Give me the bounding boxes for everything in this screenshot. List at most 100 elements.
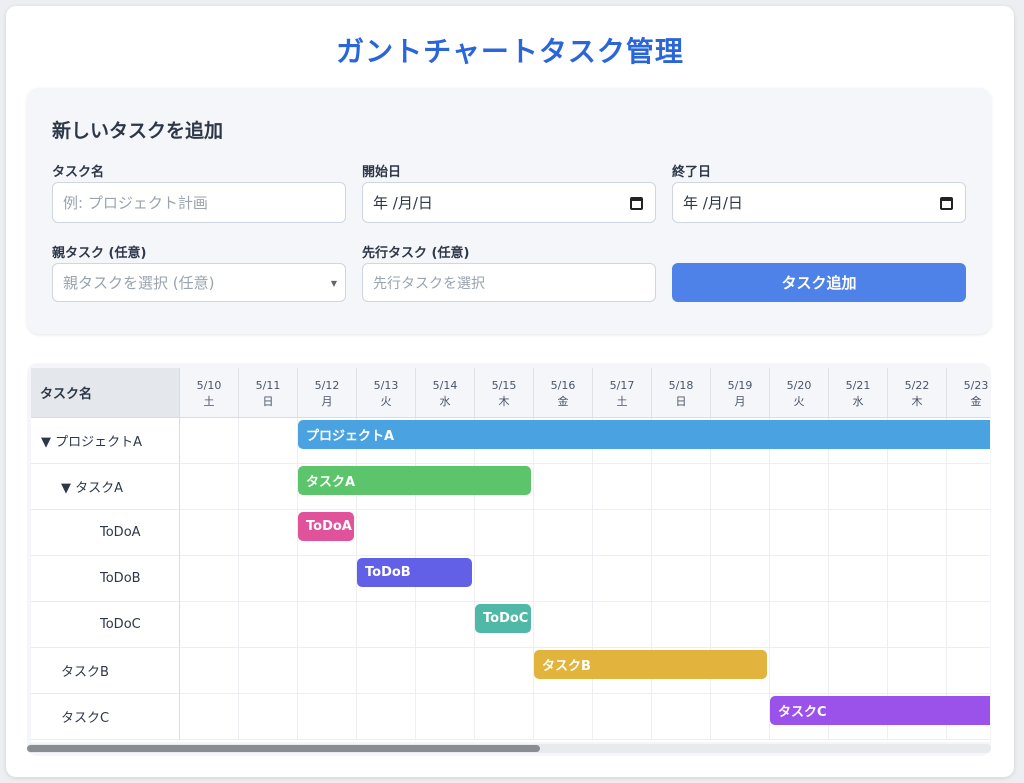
grid-cell — [534, 694, 593, 740]
grid-cell — [534, 510, 593, 556]
day-date: 5/22 — [904, 379, 930, 392]
day-date: 5/18 — [668, 379, 694, 392]
gantt-bar[interactable]: タスクB — [534, 650, 767, 679]
add-task-form: 新しいタスクを追加 タスク名 例: プロジェクト計画 開始日 年 /月/日 終了… — [27, 88, 991, 334]
day-date: 5/23 — [963, 379, 989, 392]
grid-cell — [357, 510, 416, 556]
day-weekday: 土 — [616, 395, 628, 408]
end-date-input[interactable]: 年 /月/日 — [672, 182, 966, 223]
task-name-column-header: タスク名 — [31, 368, 180, 418]
day-weekday: 木 — [911, 395, 923, 408]
grid-cell — [888, 556, 947, 602]
start-date-input[interactable]: 年 /月/日 — [362, 182, 656, 223]
day-weekday: 火 — [380, 395, 392, 408]
grid-cell — [770, 510, 829, 556]
grid-cell — [298, 648, 357, 694]
grid-cell — [593, 602, 652, 648]
gantt-bar[interactable]: ToDoC — [475, 604, 531, 633]
task-name-placeholder: 例: プロジェクト計画 — [63, 194, 208, 212]
day-date: 5/14 — [432, 379, 458, 392]
calendar-icon[interactable] — [940, 197, 953, 210]
day-header: 5/23 金 — [947, 368, 990, 418]
grid-cell — [180, 694, 239, 740]
day-date: 5/21 — [845, 379, 871, 392]
grid-cell — [180, 556, 239, 602]
task-row-name: タスクC — [31, 694, 180, 740]
day-header: 5/13 火 — [357, 368, 416, 418]
grid-cell — [180, 510, 239, 556]
gantt-bar[interactable]: タスクC — [770, 696, 990, 725]
grid-cell — [298, 694, 357, 740]
calendar-icon[interactable] — [630, 197, 643, 210]
add-task-button[interactable]: タスク追加 — [672, 263, 966, 302]
day-header: 5/20 火 — [770, 368, 829, 418]
day-date: 5/17 — [609, 379, 635, 392]
day-date: 5/13 — [373, 379, 399, 392]
task-name-input[interactable]: 例: プロジェクト計画 — [52, 182, 346, 223]
grid-cell — [829, 510, 888, 556]
day-weekday: 土 — [203, 395, 215, 408]
day-header: 5/21 水 — [829, 368, 888, 418]
grid-cell — [416, 694, 475, 740]
day-date: 5/19 — [727, 379, 753, 392]
grid-cell — [947, 556, 990, 602]
grid-cell — [534, 556, 593, 602]
day-header: 5/12 月 — [298, 368, 357, 418]
parent-task-select[interactable]: 親タスクを選択 (任意) ▼ — [52, 263, 346, 302]
grid-cell — [534, 464, 593, 510]
gantt-bar[interactable]: プロジェクトA — [298, 420, 990, 449]
start-date-label: 開始日 — [362, 165, 402, 180]
grid-cell — [475, 648, 534, 694]
grid-cell — [888, 602, 947, 648]
grid-cell — [711, 602, 770, 648]
day-header: 5/14 水 — [416, 368, 475, 418]
predecessor-placeholder: 先行タスクを選択 — [373, 275, 485, 292]
grid-cell — [711, 510, 770, 556]
grid-cell — [770, 464, 829, 510]
form-heading: 新しいタスクを追加 — [52, 120, 224, 142]
horizontal-scrollbar[interactable] — [27, 744, 991, 753]
grid-cell — [711, 694, 770, 740]
day-weekday: 金 — [970, 395, 982, 408]
gantt-chart: タスク名 5/10 土 5/11 日 5/12 月 5/13 火 5/14 水 5/15 木 5/16 金… — [31, 368, 990, 742]
task-row-name: タスクB — [31, 648, 180, 694]
grid-cell — [239, 602, 298, 648]
grid-cell — [239, 510, 298, 556]
scrollbar-thumb[interactable] — [27, 745, 540, 752]
task-row-name: ToDoC — [31, 602, 180, 648]
day-weekday: 水 — [852, 395, 864, 408]
grid-cell — [357, 694, 416, 740]
grid-cell — [239, 418, 298, 464]
task-row-name: ToDoB — [31, 556, 180, 602]
grid-cell — [180, 464, 239, 510]
parent-task-label: 親タスク (任意) — [52, 246, 147, 261]
predecessor-label: 先行タスク (任意) — [362, 246, 470, 261]
grid-cell — [475, 510, 534, 556]
day-weekday: 火 — [793, 395, 805, 408]
day-header: 5/15 木 — [475, 368, 534, 418]
day-header: 5/16 金 — [534, 368, 593, 418]
grid-cell — [475, 694, 534, 740]
task-row-name[interactable]: ▼ プロジェクトA — [31, 418, 180, 464]
day-weekday: 木 — [498, 395, 510, 408]
gantt-bar[interactable]: ToDoB — [357, 558, 472, 587]
task-row-name: ToDoA — [31, 510, 180, 556]
grid-cell — [180, 648, 239, 694]
day-header: 5/11 日 — [239, 368, 298, 418]
grid-cell — [711, 464, 770, 510]
grid-cell — [180, 602, 239, 648]
day-date: 5/12 — [314, 379, 340, 392]
grid-cell — [888, 464, 947, 510]
grid-cell — [770, 556, 829, 602]
task-row-name[interactable]: ▼ タスクA — [31, 464, 180, 510]
grid-cell — [416, 510, 475, 556]
grid-cell — [239, 648, 298, 694]
gantt-bar[interactable]: ToDoA — [298, 512, 354, 541]
gantt-bar[interactable]: タスクA — [298, 466, 531, 495]
day-date: 5/15 — [491, 379, 517, 392]
day-header: 5/22 木 — [888, 368, 947, 418]
predecessor-select[interactable]: 先行タスクを選択 — [362, 263, 656, 302]
chevron-down-icon: ▼ — [330, 279, 337, 288]
grid-cell — [416, 648, 475, 694]
day-date: 5/10 — [196, 379, 222, 392]
